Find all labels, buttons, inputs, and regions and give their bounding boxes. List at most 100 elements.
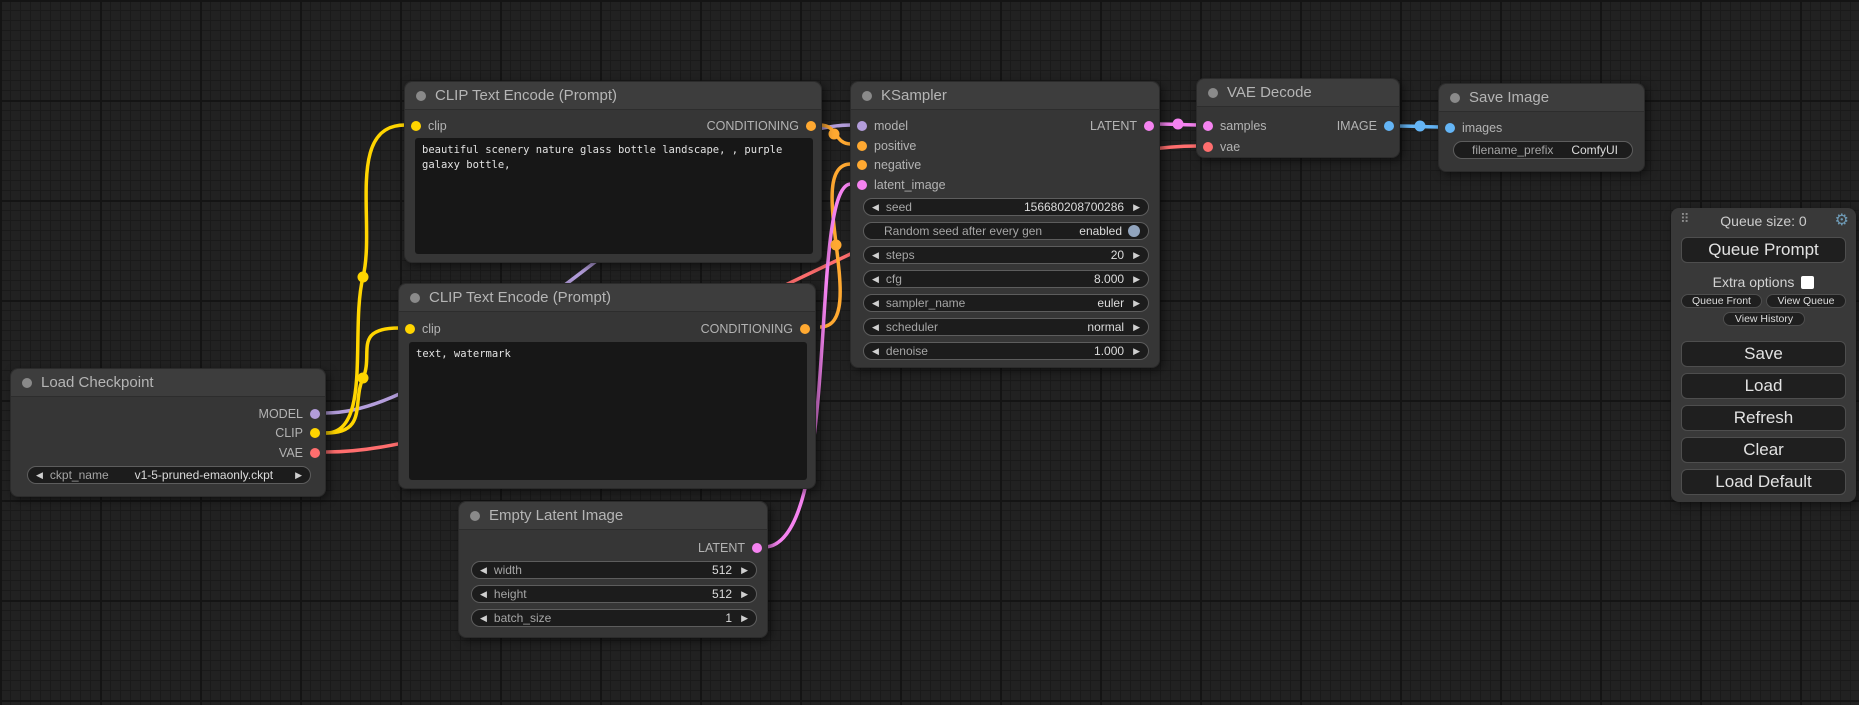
output-model[interactable]: MODEL <box>259 405 320 423</box>
input-model[interactable]: model <box>857 117 908 135</box>
steps-widget[interactable]: ◀ steps 20 ▶ <box>863 246 1149 264</box>
prev-arrow-icon[interactable]: ◀ <box>872 299 879 308</box>
vae-port-icon[interactable] <box>310 448 320 458</box>
prev-arrow-icon[interactable]: ◀ <box>872 251 879 260</box>
collapse-dot-icon[interactable] <box>1208 88 1218 98</box>
next-arrow-icon[interactable]: ▶ <box>295 471 302 480</box>
cfg-widget[interactable]: ◀ cfg 8.000 ▶ <box>863 270 1149 288</box>
prev-arrow-icon[interactable]: ◀ <box>480 590 487 599</box>
next-arrow-icon[interactable]: ▶ <box>741 566 748 575</box>
load-button[interactable]: Load <box>1681 373 1846 399</box>
prev-arrow-icon[interactable]: ◀ <box>872 203 879 212</box>
next-arrow-icon[interactable]: ▶ <box>1133 299 1140 308</box>
node-graph-canvas[interactable]: Load Checkpoint MODEL CLIP VAE ◀ ckpt_na… <box>0 0 1859 705</box>
next-arrow-icon[interactable]: ▶ <box>1133 347 1140 356</box>
output-conditioning[interactable]: CONDITIONING <box>707 117 816 135</box>
clip-port-icon[interactable] <box>405 324 415 334</box>
image-port-icon[interactable] <box>1384 121 1394 131</box>
node-title-bar[interactable]: Save Image <box>1439 84 1644 112</box>
image-port-icon[interactable] <box>1445 123 1455 133</box>
next-arrow-icon[interactable]: ▶ <box>1133 323 1140 332</box>
batch-size-widget[interactable]: ◀ batch_size 1 ▶ <box>471 609 757 627</box>
scheduler-widget[interactable]: ◀ scheduler normal ▶ <box>863 318 1149 336</box>
view-queue-button[interactable]: View Queue <box>1766 294 1846 308</box>
vae-port-icon[interactable] <box>1203 142 1213 152</box>
output-vae[interactable]: VAE <box>279 444 320 462</box>
clear-button[interactable]: Clear <box>1681 437 1846 463</box>
clip-port-icon[interactable] <box>411 121 421 131</box>
collapse-dot-icon[interactable] <box>470 511 480 521</box>
queue-front-button[interactable]: Queue Front <box>1681 294 1762 308</box>
conditioning-port-icon[interactable] <box>806 121 816 131</box>
output-clip[interactable]: CLIP <box>275 424 320 442</box>
prev-arrow-icon[interactable]: ◀ <box>36 471 43 480</box>
sampler-name-widget[interactable]: ◀ sampler_name euler ▶ <box>863 294 1149 312</box>
input-clip[interactable]: clip <box>405 320 441 338</box>
conditioning-port-icon[interactable] <box>857 141 867 151</box>
prev-arrow-icon[interactable]: ◀ <box>872 347 879 356</box>
prev-arrow-icon[interactable]: ◀ <box>872 323 879 332</box>
collapse-dot-icon[interactable] <box>416 91 426 101</box>
collapse-dot-icon[interactable] <box>22 378 32 388</box>
collapse-dot-icon[interactable] <box>862 91 872 101</box>
height-widget[interactable]: ◀ height 512 ▶ <box>471 585 757 603</box>
output-image[interactable]: IMAGE <box>1337 117 1394 135</box>
latent-port-icon[interactable] <box>857 180 867 190</box>
next-arrow-icon[interactable]: ▶ <box>741 614 748 623</box>
latent-port-icon[interactable] <box>1144 121 1154 131</box>
prev-arrow-icon[interactable]: ◀ <box>480 614 487 623</box>
queue-prompt-button[interactable]: Queue Prompt <box>1681 237 1846 263</box>
next-arrow-icon[interactable]: ▶ <box>1133 203 1140 212</box>
node-title-bar[interactable]: CLIP Text Encode (Prompt) <box>399 284 815 312</box>
node-empty-latent-image[interactable]: Empty Latent Image LATENT ◀ width 512 ▶ … <box>458 501 768 638</box>
output-conditioning[interactable]: CONDITIONING <box>701 320 810 338</box>
output-latent[interactable]: LATENT <box>698 539 762 557</box>
input-negative[interactable]: negative <box>857 156 921 174</box>
model-port-icon[interactable] <box>857 121 867 131</box>
node-clip-text-encode-positive[interactable]: CLIP Text Encode (Prompt) clip CONDITION… <box>404 81 822 263</box>
node-title-bar[interactable]: CLIP Text Encode (Prompt) <box>405 82 821 110</box>
toggle-on-icon[interactable] <box>1128 225 1140 237</box>
model-port-icon[interactable] <box>310 409 320 419</box>
load-default-button[interactable]: Load Default <box>1681 469 1846 495</box>
random-seed-toggle[interactable]: Random seed after every gen enabled <box>863 222 1149 240</box>
refresh-button[interactable]: Refresh <box>1681 405 1846 431</box>
prev-arrow-icon[interactable]: ◀ <box>480 566 487 575</box>
input-images[interactable]: images <box>1445 119 1502 137</box>
node-save-image[interactable]: Save Image images filename_prefix ComfyU… <box>1438 83 1645 172</box>
input-samples[interactable]: samples <box>1203 117 1267 135</box>
prompt-textarea[interactable]: beautiful scenery nature glass bottle la… <box>415 138 813 254</box>
input-positive[interactable]: positive <box>857 137 916 155</box>
input-latent-image[interactable]: latent_image <box>857 176 946 194</box>
width-widget[interactable]: ◀ width 512 ▶ <box>471 561 757 579</box>
node-vae-decode[interactable]: VAE Decode samples vae IMAGE <box>1196 78 1400 158</box>
next-arrow-icon[interactable]: ▶ <box>741 590 748 599</box>
conditioning-port-icon[interactable] <box>857 160 867 170</box>
input-vae[interactable]: vae <box>1203 138 1240 156</box>
prev-arrow-icon[interactable]: ◀ <box>872 275 879 284</box>
node-ksampler[interactable]: KSampler model positive negative latent_… <box>850 81 1160 368</box>
extra-options-checkbox[interactable] <box>1801 276 1814 289</box>
next-arrow-icon[interactable]: ▶ <box>1133 251 1140 260</box>
node-title-bar[interactable]: KSampler <box>851 82 1159 110</box>
save-button[interactable]: Save <box>1681 341 1846 367</box>
node-clip-text-encode-negative[interactable]: CLIP Text Encode (Prompt) clip CONDITION… <box>398 283 816 489</box>
collapse-dot-icon[interactable] <box>1450 93 1460 103</box>
prompt-textarea[interactable]: text, watermark <box>409 342 807 480</box>
seed-widget[interactable]: ◀ seed 156680208700286 ▶ <box>863 198 1149 216</box>
input-clip[interactable]: clip <box>411 117 447 135</box>
filename-prefix-widget[interactable]: filename_prefix ComfyUI <box>1453 141 1633 159</box>
conditioning-port-icon[interactable] <box>800 324 810 334</box>
node-title-bar[interactable]: Load Checkpoint <box>11 369 325 397</box>
node-load-checkpoint[interactable]: Load Checkpoint MODEL CLIP VAE ◀ ckpt_na… <box>10 368 326 497</box>
output-latent[interactable]: LATENT <box>1090 117 1154 135</box>
gear-icon[interactable]: ⚙ <box>1835 210 1849 229</box>
node-title-bar[interactable]: Empty Latent Image <box>459 502 767 530</box>
latent-port-icon[interactable] <box>1203 121 1213 131</box>
clip-port-icon[interactable] <box>310 428 320 438</box>
ckpt-name-widget[interactable]: ◀ ckpt_name v1-5-pruned-emaonly.ckpt ▶ <box>27 466 311 484</box>
latent-port-icon[interactable] <box>752 543 762 553</box>
view-history-button[interactable]: View History <box>1723 312 1805 326</box>
collapse-dot-icon[interactable] <box>410 293 420 303</box>
node-title-bar[interactable]: VAE Decode <box>1197 79 1399 107</box>
